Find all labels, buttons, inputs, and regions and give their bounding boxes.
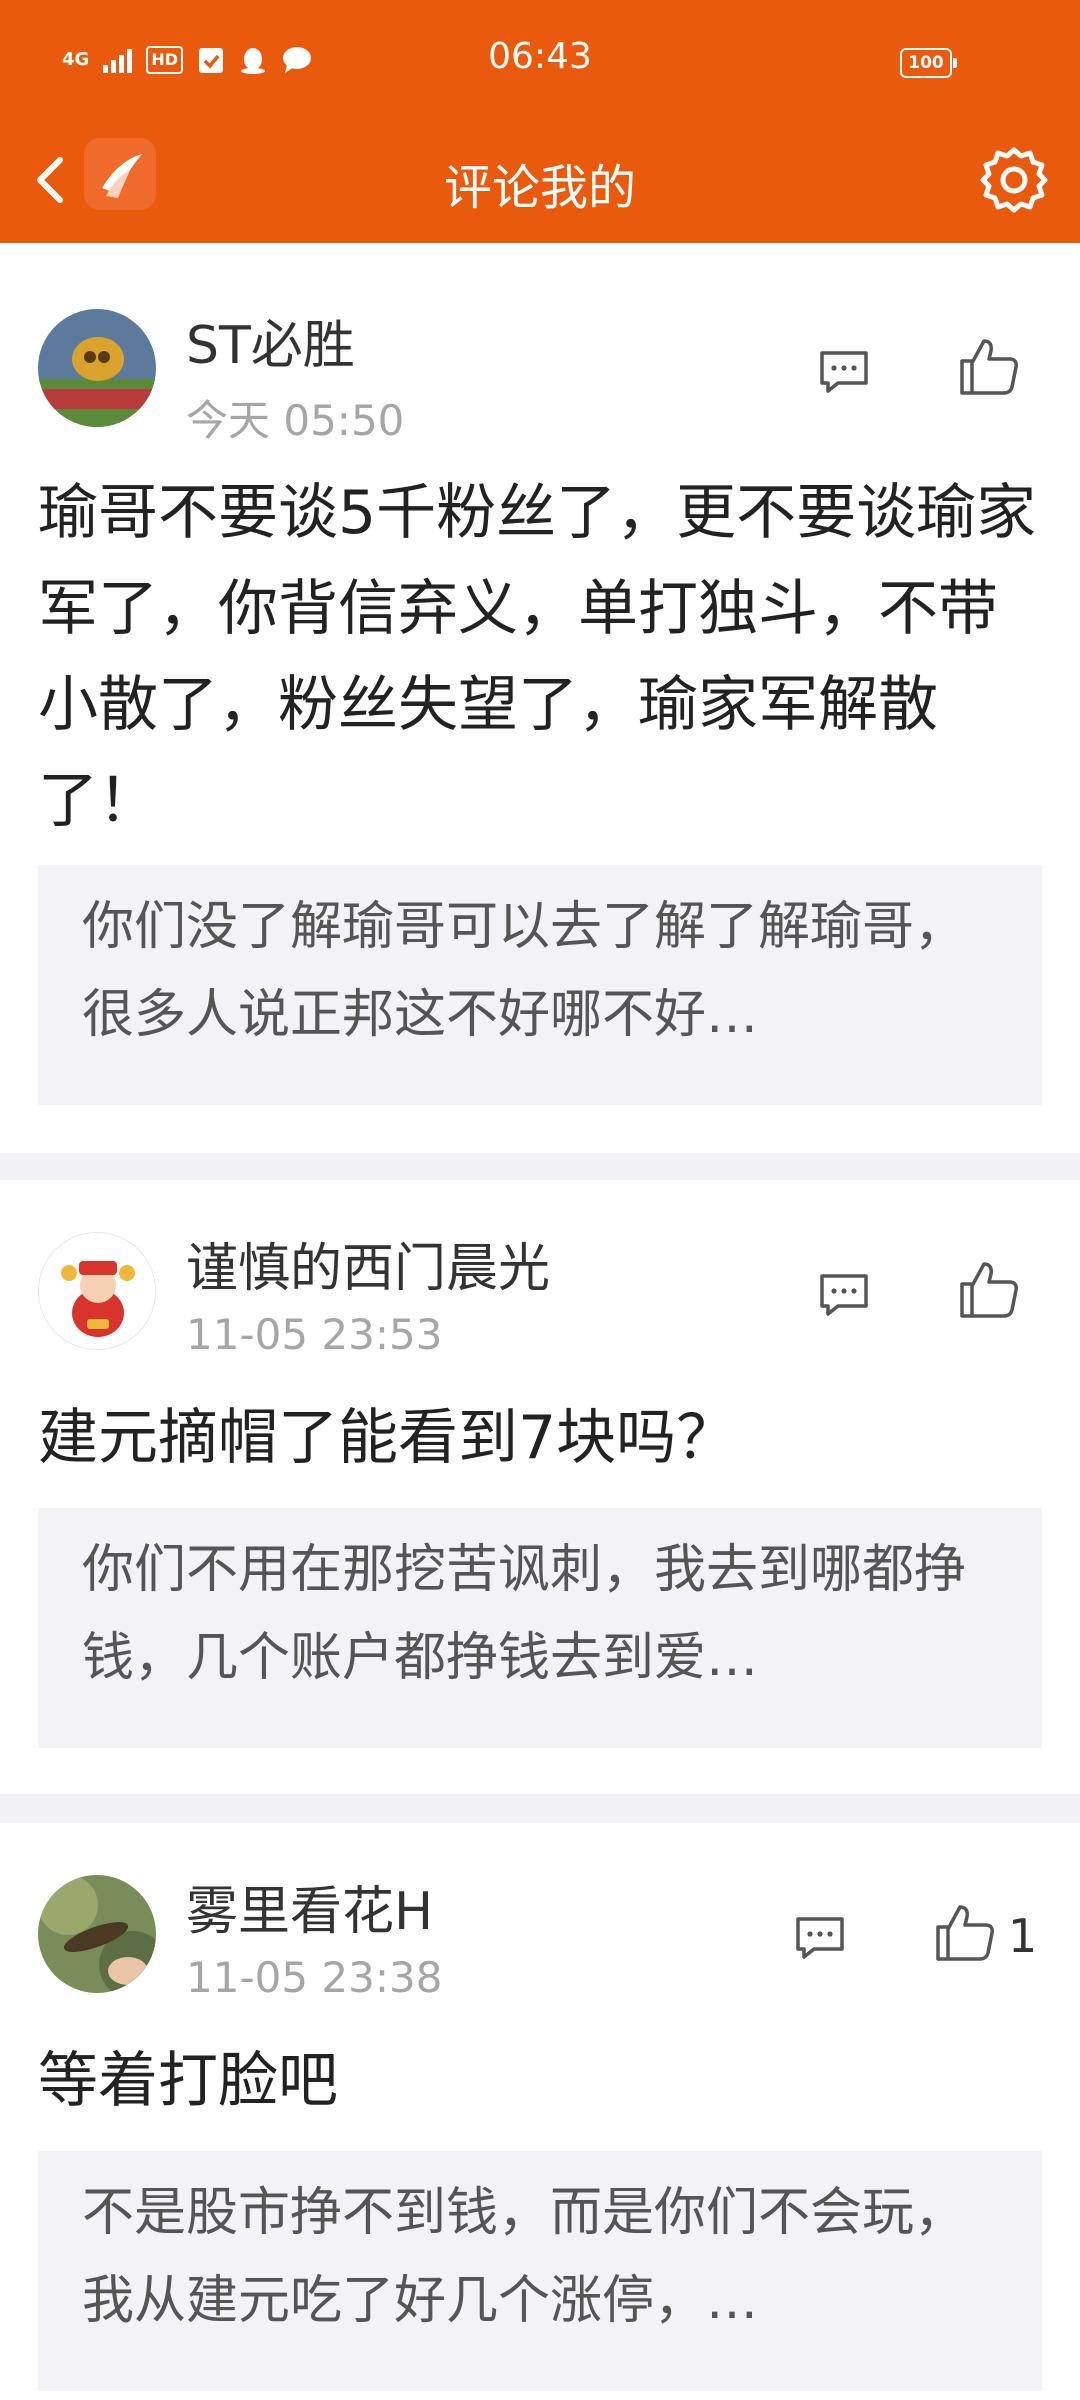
quoted-reply-text: 你们没了解瑜哥可以去了解了解瑜哥，很多人说正邦这不好哪不好…	[82, 897, 967, 1045]
settings-gear-icon[interactable]	[976, 142, 1052, 218]
battery-icon: 100	[900, 48, 957, 78]
comment-content: 建元摘帽了能看到7块吗？	[38, 1403, 737, 1473]
comment-card: ST必胜 今天 05:50 瑜哥不要谈5千粉丝了，更不要谈瑜家军了，你背信弃义，…	[0, 243, 1080, 1153]
quoted-reply[interactable]: 不是股市挣不到钱，而是你们不会玩，我从建元吃了好几个涨停，…	[38, 2151, 1042, 2391]
page-title: 评论我的	[443, 160, 636, 216]
comment-username[interactable]: 雾里看花H	[186, 1869, 433, 1944]
avatar[interactable]	[38, 1875, 156, 1993]
top-bar: 4G HD 06:43 100 评论我的	[0, 0, 1080, 243]
like-thumb-icon[interactable]	[934, 1901, 996, 1963]
comment-time: 11-05 23:53	[186, 1310, 443, 1359]
quoted-reply[interactable]: 你们没了解瑜哥可以去了解了解瑜哥，很多人说正邦这不好哪不好…	[38, 865, 1042, 1105]
comment-username[interactable]: ST必胜	[186, 303, 355, 378]
status-bar: 4G HD 06:43 100	[0, 0, 1080, 120]
nav-bar: 评论我的	[0, 120, 1080, 243]
comment-time: 今天 05:50	[186, 396, 405, 445]
quoted-reply[interactable]: 你们不用在那挖苦讽刺，我去到哪都挣钱，几个账户都挣钱去到爱…	[38, 1508, 1042, 1748]
comment-content: 等着打脸吧	[38, 2046, 338, 2116]
reply-comment-icon[interactable]	[794, 1915, 846, 1961]
avatar[interactable]	[38, 1232, 156, 1350]
comment-username[interactable]: 谨慎的西门晨光	[186, 1226, 550, 1301]
like-count: 1	[1008, 1909, 1038, 1963]
like-thumb-icon[interactable]	[958, 1258, 1020, 1320]
quoted-reply-text: 你们不用在那挖苦讽刺，我去到哪都挣钱，几个账户都挣钱去到爱…	[82, 1540, 967, 1688]
quoted-reply-text: 不是股市挣不到钱，而是你们不会玩，我从建元吃了好几个涨停，…	[82, 2183, 967, 2331]
comment-card: 谨慎的西门晨光 11-05 23:53 建元摘帽了能看到7块吗？ 你们不用在那挖…	[0, 1180, 1080, 1794]
comment-time: 11-05 23:38	[186, 1953, 443, 2002]
avatar[interactable]	[38, 309, 156, 427]
comment-card: 雾里看花H 11-05 23:38 1 等着打脸吧 不是股市挣不到钱，而是你们不…	[0, 1823, 1080, 2400]
reply-comment-icon[interactable]	[818, 1272, 870, 1318]
comment-content: 瑜哥不要谈5千粉丝了，更不要谈瑜家军了，你背信弃义，单打独斗，不带小散了，粉丝失…	[38, 478, 1037, 836]
like-thumb-icon[interactable]	[958, 335, 1020, 397]
reply-comment-icon[interactable]	[818, 349, 870, 395]
